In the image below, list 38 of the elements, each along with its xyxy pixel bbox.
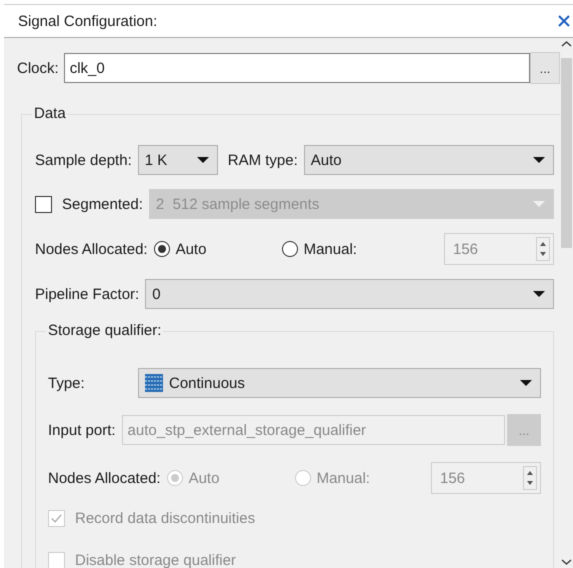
close-icon [558,15,570,27]
radio-button[interactable] [154,241,170,257]
caret-icon [533,157,545,163]
sample-depth-dropdown[interactable]: 1 K [138,145,218,175]
ram-type-dropdown[interactable]: Auto [304,145,554,175]
caret-icon [533,291,545,297]
ram-type-label: RAM type: [228,152,298,168]
scroll-down-icon[interactable] [561,558,572,566]
pattern-icon [145,374,163,392]
caret-icon [533,201,545,207]
clock-field[interactable]: clk_0 [64,53,530,83]
browse-button[interactable]: ... [530,52,560,84]
storage-qualifier-title: Storage qualifier: [46,322,164,339]
type-dropdown[interactable]: Continuous [138,368,541,398]
nodes-allocated-label: Nodes Allocated: [35,240,148,258]
clock-label: Clock: [17,60,59,76]
checkbox-label: Record data discontinuities [75,510,256,527]
radio-label: Auto [176,240,208,258]
type-label: Type: [48,374,86,392]
radio-label: Manual: [316,470,370,486]
radio-label: Auto [188,470,220,486]
scroll-up-icon[interactable] [561,40,572,48]
checkbox-label: Disable storage qualifier [75,552,236,568]
segmented-label: Segmented: [62,196,143,212]
caret-icon [196,157,209,163]
pipeline-factor-label: Pipeline Factor: [35,286,140,302]
sample-depth-label: Sample depth: [35,152,132,168]
radio-label: Manual: [304,240,357,258]
spin-arrows-icon [523,466,537,490]
nodes-allocated-label: Nodes Allocated: [48,470,161,486]
caret-icon [520,380,532,386]
pipeline-factor-dropdown[interactable]: 0 [145,279,554,309]
panel-title: Signal Configuration: [18,12,158,30]
spin-arrows-icon [536,237,550,261]
scrollbar-thumb[interactable] [561,58,572,248]
radio-button[interactable] [282,241,298,257]
vertical-scrollbar[interactable] [560,38,573,568]
input-port-label: Input port: [48,422,116,438]
